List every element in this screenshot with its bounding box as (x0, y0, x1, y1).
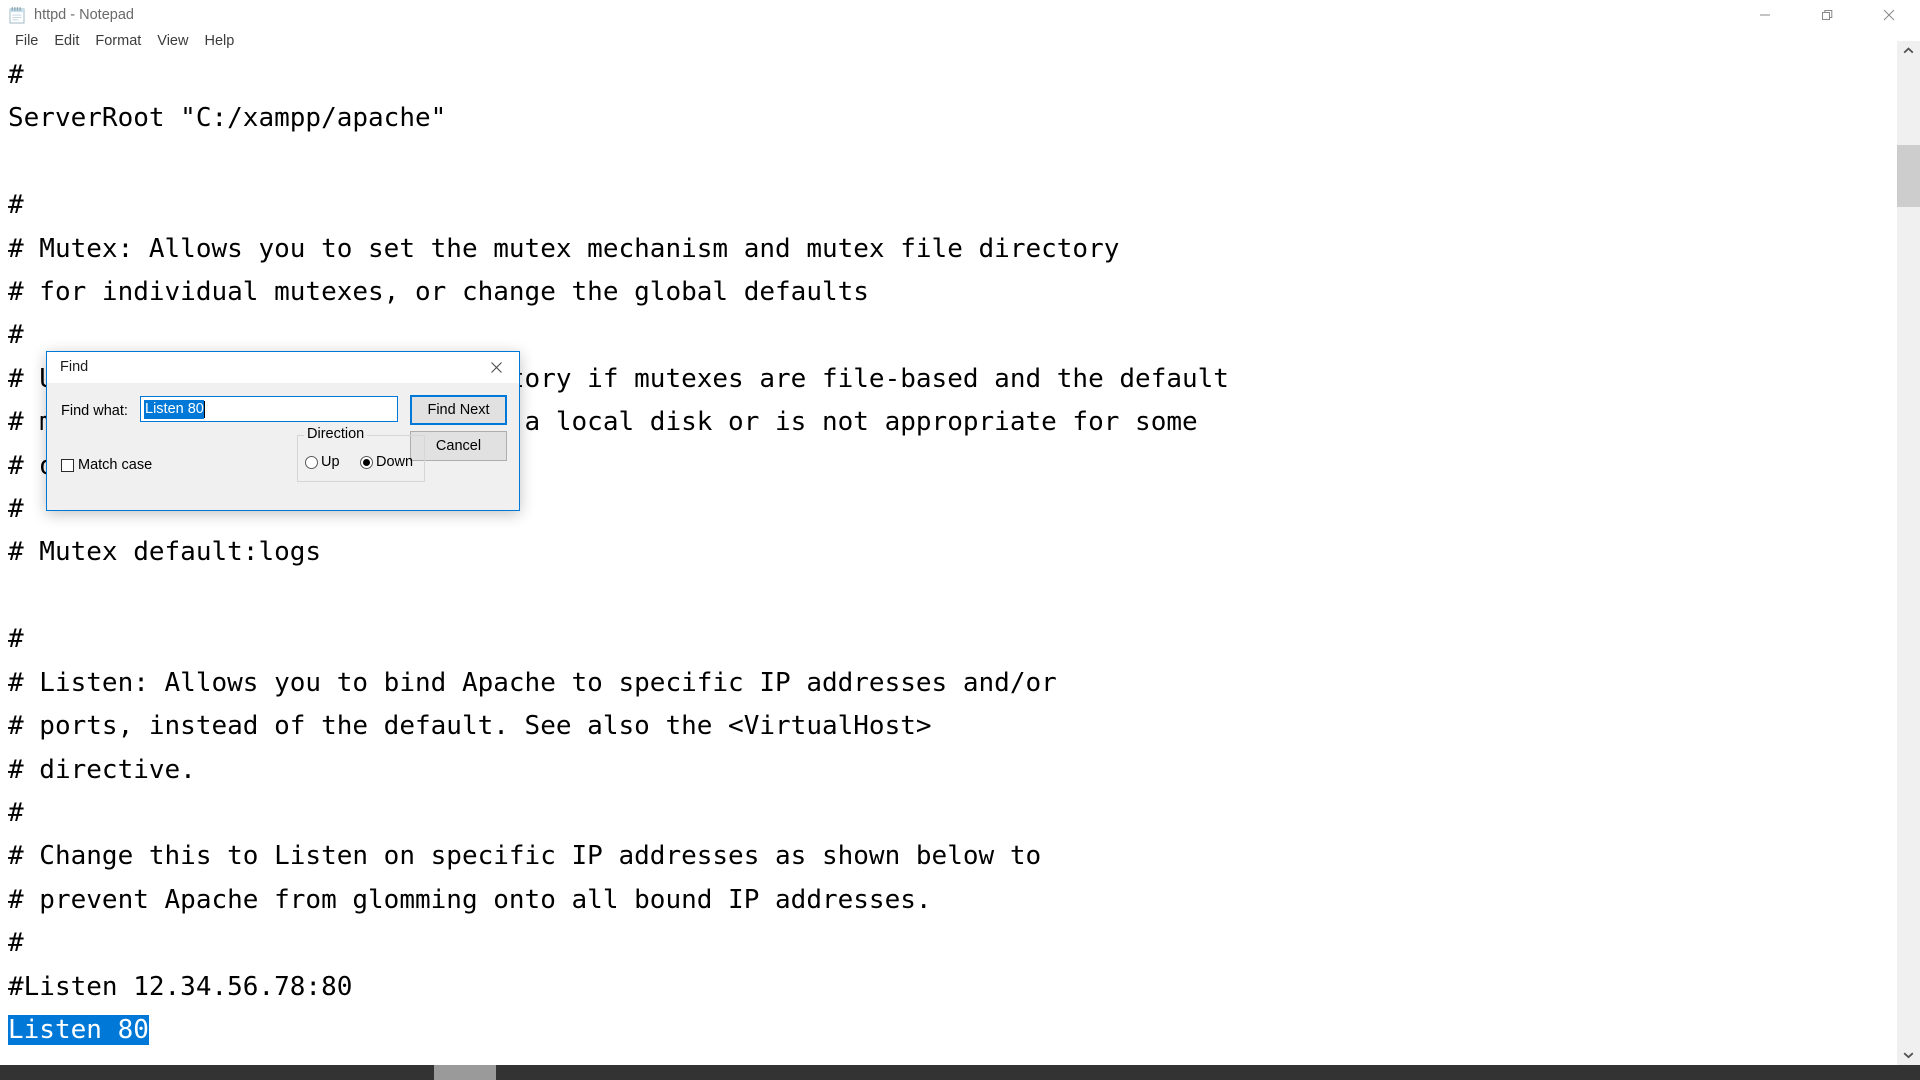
selected-text: Listen 80 (8, 1014, 149, 1045)
find-dialog-title-bar: Find (47, 352, 519, 383)
find-what-input[interactable]: Listen 80 (140, 396, 398, 422)
find-what-input-value: Listen 80 (144, 399, 204, 419)
horizontal-scrollbar-thumb[interactable] (434, 1065, 496, 1080)
menu-item-file[interactable]: File (7, 30, 46, 52)
close-button[interactable] (1858, 0, 1920, 30)
text-caret (203, 400, 205, 418)
window-title: httpd - Notepad (34, 7, 134, 23)
chevron-up-icon[interactable] (1897, 41, 1920, 61)
notepad-icon (8, 6, 26, 24)
vertical-scrollbar-thumb[interactable] (1897, 145, 1920, 207)
match-case-label: Match case (78, 457, 153, 473)
minimize-button[interactable] (1734, 0, 1796, 30)
radio-direction-down[interactable]: Down (360, 454, 413, 470)
find-dialog: Find Find what: Listen 80 Find Next Canc… (46, 351, 520, 511)
checkbox-unchecked-icon (61, 458, 74, 472)
title-bar: httpd - Notepad (0, 0, 1920, 30)
close-icon (1883, 9, 1895, 21)
find-dialog-close-button[interactable] (474, 352, 519, 383)
radio-unselected-icon (305, 455, 318, 469)
menu-item-edit[interactable]: Edit (46, 30, 87, 52)
notepad-window: httpd - Notepad File Edit Format View He… (0, 0, 1920, 1080)
radio-selected-icon (360, 455, 373, 469)
maximize-button[interactable] (1796, 0, 1858, 30)
menu-item-help[interactable]: Help (196, 30, 242, 52)
menu-item-format[interactable]: Format (87, 30, 149, 52)
find-next-button[interactable]: Find Next (410, 395, 507, 425)
radio-direction-down-label: Down (376, 454, 414, 470)
vertical-scrollbar[interactable] (1897, 41, 1920, 1065)
restore-icon (1821, 9, 1832, 20)
horizontal-scrollbar[interactable] (0, 1065, 1920, 1080)
radio-direction-up-label: Up (321, 454, 340, 470)
find-dialog-body: Find what: Listen 80 Find Next Cancel Di… (47, 383, 519, 510)
chevron-down-icon[interactable] (1897, 1045, 1920, 1065)
direction-group: Direction Up Down (297, 426, 425, 482)
direction-group-label: Direction (304, 426, 368, 442)
match-case-checkbox[interactable]: Match case (61, 457, 152, 473)
window-controls (1734, 0, 1920, 30)
radio-direction-up[interactable]: Up (305, 454, 340, 470)
find-dialog-title: Find (60, 359, 89, 375)
minimize-icon (1760, 14, 1770, 16)
close-icon (491, 362, 502, 373)
editor-content[interactable]: # ServerRoot "C:/xampp/apache" # # Mutex… (0, 54, 1897, 1052)
text-editor-area[interactable]: # ServerRoot "C:/xampp/apache" # # Mutex… (0, 54, 1897, 1065)
menu-item-view[interactable]: View (149, 30, 196, 52)
find-what-label: Find what: (61, 403, 128, 419)
menu-bar: File Edit Format View Help (0, 30, 1920, 52)
